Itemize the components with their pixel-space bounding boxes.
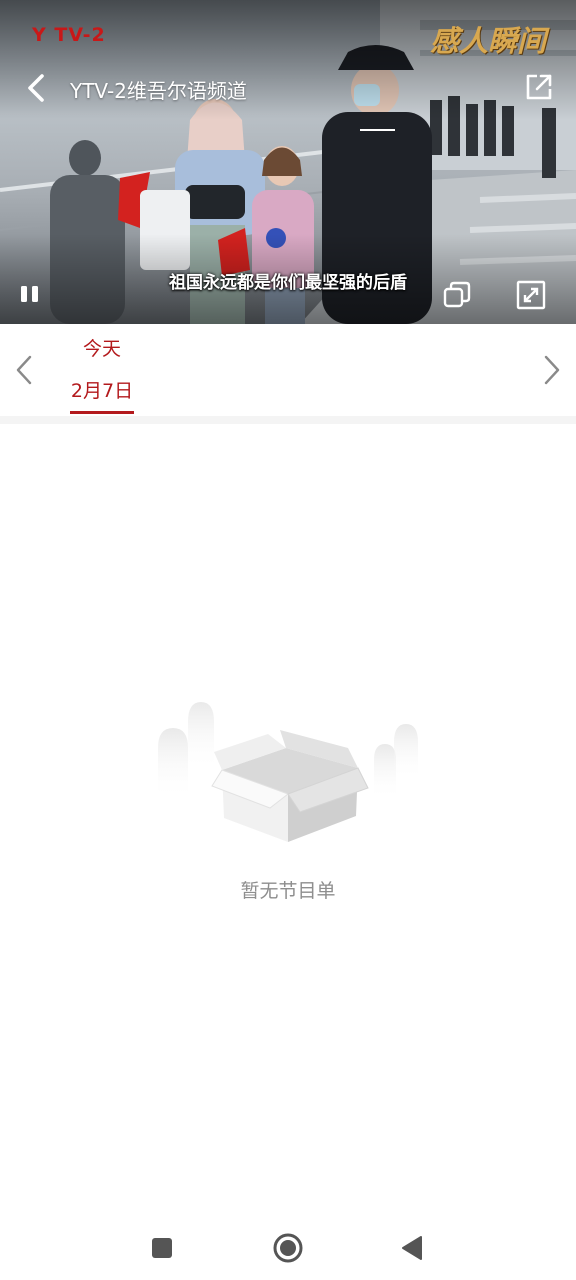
date-tab-date-label: 2月7日 xyxy=(70,380,134,402)
video-subtitle: 祖国永远都是你们最坚强的后盾 xyxy=(169,273,407,293)
program-watermark: 感人瞬间 xyxy=(429,24,546,58)
circle-icon xyxy=(273,1233,303,1263)
fullscreen-icon xyxy=(516,280,546,310)
date-tab-today[interactable]: 今天 2月7日 xyxy=(62,324,142,416)
chevron-right-icon xyxy=(544,355,560,385)
picture-in-picture-icon xyxy=(443,281,471,308)
section-divider xyxy=(0,416,576,424)
system-navigation-bar xyxy=(0,1216,576,1280)
triangle-back-icon xyxy=(402,1236,422,1260)
external-link-icon xyxy=(526,74,552,100)
home-button[interactable] xyxy=(270,1230,306,1266)
empty-state-message: 暂无节目单 xyxy=(240,880,336,902)
fullscreen-button[interactable] xyxy=(514,278,548,312)
video-player[interactable]: Y TV-2 感人瞬间 YTV-2维吾尔语频道 祖国永远都是你们最坚强的后盾 xyxy=(0,0,576,324)
next-date-button[interactable] xyxy=(532,348,572,392)
date-tab-day-label: 今天 xyxy=(82,338,121,360)
chevron-left-icon xyxy=(28,74,44,102)
empty-box-icon xyxy=(150,690,426,860)
date-selector: 今天 2月7日 xyxy=(0,324,576,416)
square-icon xyxy=(152,1238,172,1258)
prev-date-button[interactable] xyxy=(4,348,44,392)
chevron-left-icon xyxy=(16,355,32,385)
back-button[interactable] xyxy=(18,70,54,106)
pause-icon xyxy=(21,286,38,302)
picture-in-picture-button[interactable] xyxy=(440,278,474,312)
share-button[interactable] xyxy=(522,70,556,104)
channel-title: YTV-2维吾尔语频道 xyxy=(70,79,247,103)
recent-apps-button[interactable] xyxy=(144,1230,180,1266)
pause-button[interactable] xyxy=(14,278,46,310)
channel-logo: Y TV-2 xyxy=(32,24,106,46)
system-back-button[interactable] xyxy=(394,1230,430,1266)
selected-tab-indicator xyxy=(70,411,134,414)
